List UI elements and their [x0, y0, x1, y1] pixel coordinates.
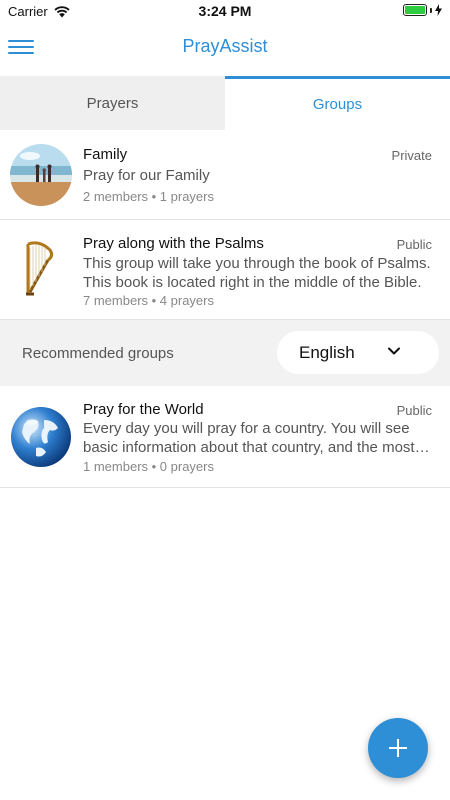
chevron-down-icon — [388, 347, 400, 355]
globe-avatar — [10, 406, 72, 468]
group-meta: 7 members • 4 prayers — [83, 293, 214, 308]
hamburger-menu-button[interactable] — [8, 36, 34, 58]
recommended-groups-label: Recommended groups — [22, 345, 174, 362]
status-bar: Carrier 3:24 PM — [0, 0, 450, 22]
harp-icon — [26, 241, 54, 296]
hamburger-line — [8, 40, 34, 42]
group-description: This group will take you through the boo… — [83, 255, 431, 291]
group-row-world[interactable]: Pray for the World Public Every day you … — [0, 386, 450, 488]
group-meta: 1 members • 0 prayers — [83, 459, 214, 474]
carrier-label: Carrier — [8, 4, 48, 19]
group-description: Every day you will pray for a country. Y… — [83, 420, 415, 456]
tab-bar: Prayers Groups — [0, 76, 450, 130]
add-group-fab-button[interactable] — [368, 718, 428, 778]
recommended-header: Recommended groups English — [0, 320, 450, 386]
wifi-icon — [54, 5, 70, 17]
group-title: Pray along with the Psalms — [83, 235, 264, 252]
harp-avatar — [10, 238, 72, 300]
status-right — [403, 4, 442, 16]
plus-icon-vertical — [397, 739, 399, 757]
group-meta: 2 members • 1 prayers — [83, 189, 214, 204]
group-visibility-badge: Private — [391, 148, 432, 163]
battery-tip — [430, 7, 432, 13]
beach-photo-image — [10, 144, 72, 206]
nav-bar: PrayAssist — [0, 22, 450, 76]
charging-icon — [435, 4, 442, 16]
family-photo-avatar — [10, 144, 72, 206]
status-left: Carrier — [8, 4, 70, 19]
group-title: Pray for the World — [83, 401, 204, 418]
group-visibility-badge: Public — [396, 403, 432, 418]
tab-prayers[interactable]: Prayers — [0, 76, 225, 130]
tab-groups[interactable]: Groups — [225, 76, 450, 130]
language-select[interactable]: English — [277, 331, 439, 374]
battery-icon — [403, 4, 427, 16]
globe-icon — [11, 407, 71, 467]
group-title: Family — [83, 146, 128, 163]
app-title: PrayAssist — [182, 36, 268, 56]
group-description: Pray for our Family — [83, 167, 210, 184]
language-value: English — [299, 343, 355, 362]
battery-fill — [405, 6, 425, 14]
group-row-family[interactable]: Family Private Pray for our Family 2 mem… — [0, 130, 450, 220]
hamburger-line — [8, 52, 34, 54]
group-row-psalms[interactable]: Pray along with the Psalms Public This g… — [0, 220, 450, 320]
group-visibility-badge: Public — [396, 237, 432, 252]
hamburger-line — [8, 46, 34, 48]
